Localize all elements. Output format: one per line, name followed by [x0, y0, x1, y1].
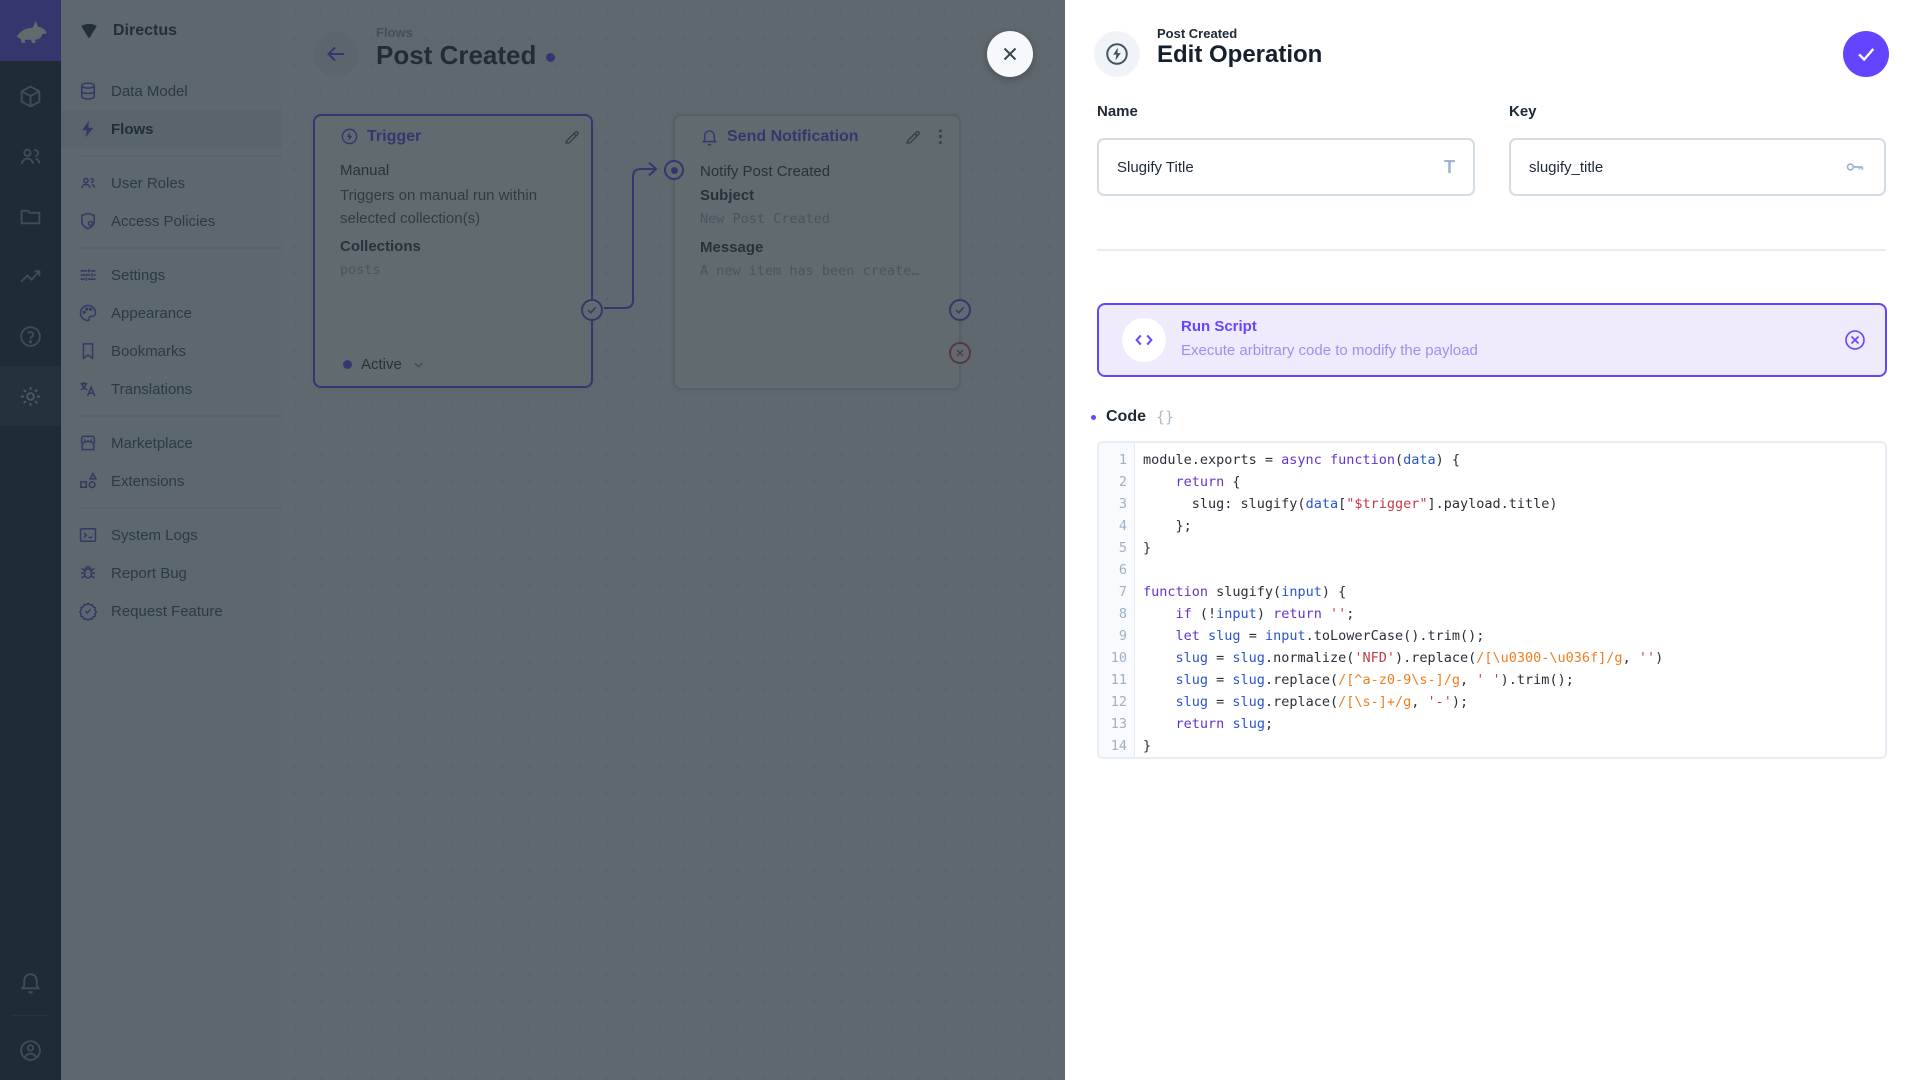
line-number: 12	[1099, 691, 1134, 713]
line-number: 9	[1099, 625, 1134, 647]
code-line	[1143, 559, 1885, 581]
close-icon	[999, 43, 1021, 65]
edit-operation-drawer: Post Created Edit Operation Name Key Slu…	[1065, 0, 1920, 1080]
line-number: 2	[1099, 471, 1134, 493]
line-number: 14	[1099, 735, 1134, 757]
key-icon	[1844, 156, 1866, 178]
code-line: }	[1143, 735, 1885, 757]
code-line: slug = slug.replace(/[^a-z0-9\s-]/g, ' '…	[1143, 669, 1885, 691]
key-input[interactable]: slugify_title	[1509, 138, 1886, 196]
code-line: return {	[1143, 471, 1885, 493]
deselect-operation-icon[interactable]	[1843, 328, 1867, 352]
drawer-header-icon	[1094, 31, 1140, 77]
code-line: slug: slugify(data["$trigger"].payload.t…	[1143, 493, 1885, 515]
code-line: return slug;	[1143, 713, 1885, 735]
line-number: 13	[1099, 713, 1134, 735]
code-line: if (!input) return '';	[1143, 603, 1885, 625]
modal-overlay[interactable]	[0, 0, 1065, 1080]
save-button[interactable]	[1843, 31, 1889, 77]
line-number: 5	[1099, 537, 1134, 559]
code-icon	[1122, 318, 1166, 362]
code-line: let slug = input.toLowerCase().trim();	[1143, 625, 1885, 647]
line-number: 7	[1099, 581, 1134, 603]
braces-icon: {}	[1156, 408, 1174, 426]
name-input-value: Slugify Title	[1117, 159, 1444, 176]
code-line: slug = slug.normalize('NFD').replace(/[\…	[1143, 647, 1885, 669]
required-dot	[1091, 415, 1096, 420]
line-number: 10	[1099, 647, 1134, 669]
key-input-value: slugify_title	[1529, 159, 1844, 176]
line-number: 1	[1099, 449, 1134, 471]
drawer-breadcrumb: Post Created	[1157, 26, 1237, 41]
line-number: 11	[1099, 669, 1134, 691]
code-gutter: 1234567891011121314	[1099, 443, 1135, 757]
line-number: 6	[1099, 559, 1134, 581]
code-line: };	[1143, 515, 1885, 537]
code-lines[interactable]: module.exports = async function(data) { …	[1135, 443, 1885, 757]
code-line: slug = slug.replace(/[\s-]+/g, '-');	[1143, 691, 1885, 713]
operation-type-subtitle: Execute arbitrary code to modify the pay…	[1181, 342, 1478, 359]
divider	[1097, 249, 1886, 251]
code-editor[interactable]: 1234567891011121314 module.exports = asy…	[1097, 441, 1887, 759]
operation-type-title: Run Script	[1181, 318, 1257, 335]
name-input[interactable]: Slugify Title T	[1097, 138, 1475, 196]
key-field-label: Key	[1509, 103, 1537, 120]
line-number: 3	[1099, 493, 1134, 515]
code-field-header: Code {}	[1091, 408, 1174, 426]
name-field-label: Name	[1097, 103, 1138, 120]
line-number: 8	[1099, 603, 1134, 625]
line-number: 4	[1099, 515, 1134, 537]
drawer-title: Edit Operation	[1157, 41, 1322, 69]
bolt-circle-icon	[1104, 41, 1130, 67]
title-field-icon: T	[1444, 157, 1455, 178]
check-icon	[1855, 43, 1877, 65]
close-drawer-button[interactable]	[987, 31, 1033, 77]
operation-type-card[interactable]: Run Script Execute arbitrary code to mod…	[1097, 303, 1887, 377]
code-line: module.exports = async function(data) {	[1143, 449, 1885, 471]
code-field-label: Code	[1106, 408, 1146, 426]
code-line: }	[1143, 537, 1885, 559]
directus-flows-screen: Directus Data Model Flows User Roles Acc…	[0, 0, 1920, 1080]
code-line: function slugify(input) {	[1143, 581, 1885, 603]
